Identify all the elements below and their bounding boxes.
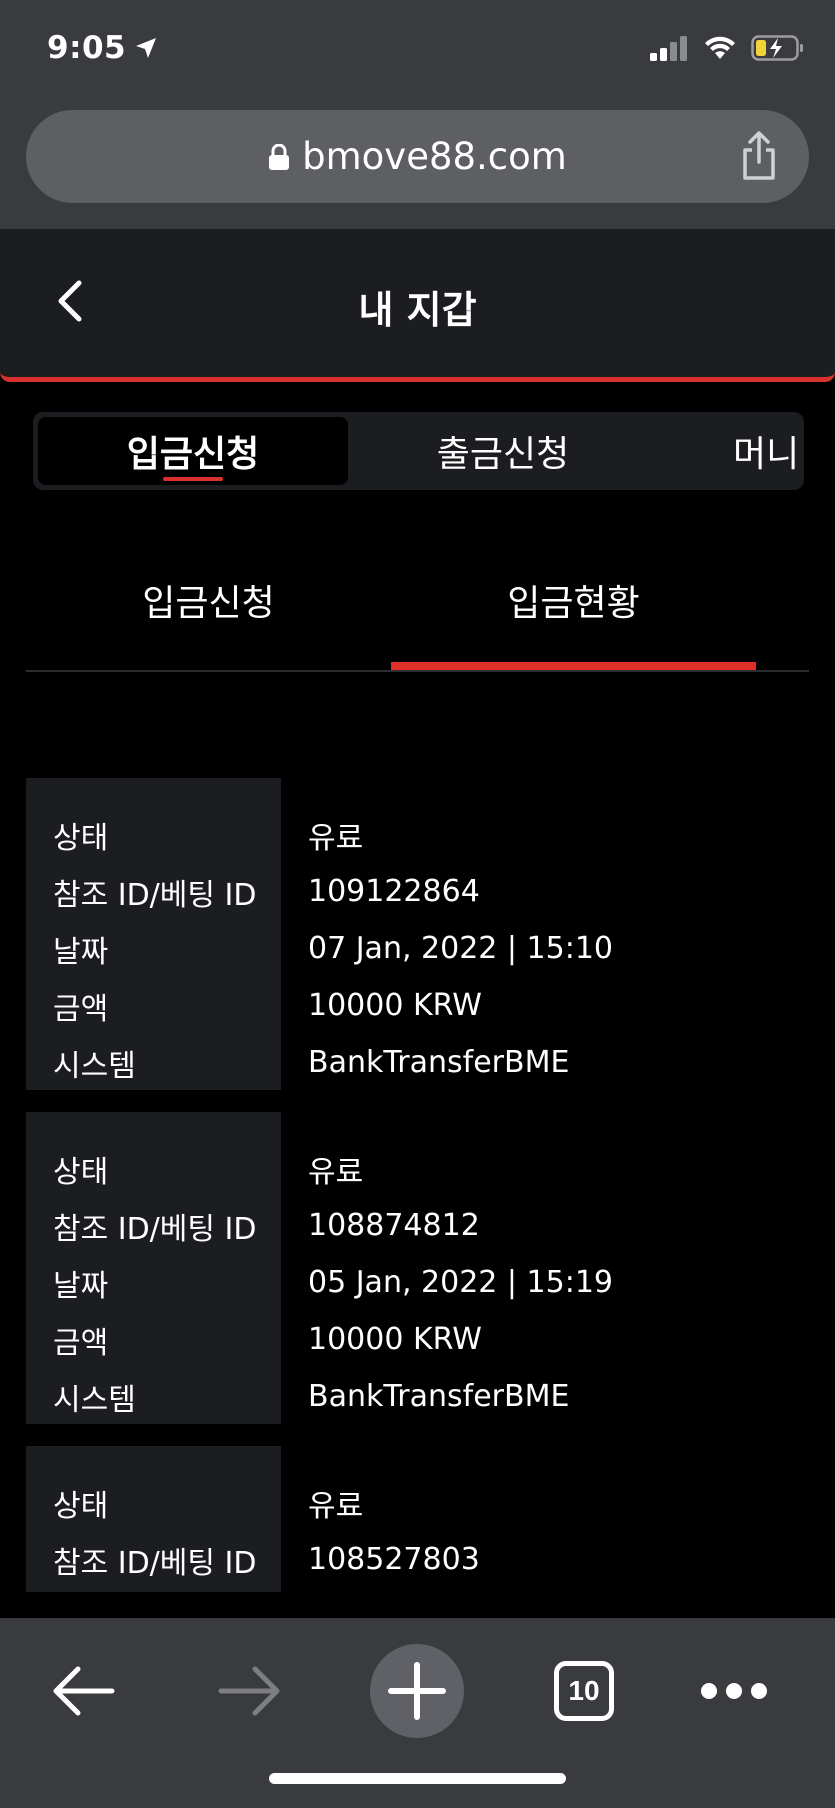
tab-label: 출금신청	[436, 434, 570, 475]
label-status: 상태	[53, 1154, 109, 1190]
location-arrow-icon	[136, 38, 157, 58]
value-ref-id: 109122864	[308, 874, 480, 909]
browser-back-button[interactable]	[33, 1646, 133, 1736]
plus-circle-icon	[370, 1644, 464, 1738]
more-menu-button[interactable]	[684, 1646, 784, 1736]
subtab-active-indicator	[391, 662, 756, 670]
label-status: 상태	[53, 820, 109, 856]
arrow-right-icon	[218, 1666, 280, 1716]
deposit-record: 상태 유료 참조 ID/베팅 ID 108527803	[26, 1446, 809, 1592]
tabs-count-icon: 10	[554, 1661, 614, 1721]
label-date: 날짜	[53, 1268, 109, 1304]
app-header: 내 지갑	[0, 229, 835, 382]
value-date: 07 Jan, 2022 | 15:10	[308, 931, 614, 966]
tabs-count: 10	[568, 1675, 600, 1706]
tab-active-indicator	[163, 477, 223, 481]
address-bar[interactable]: bmove88.com	[26, 110, 809, 203]
value-status: 유료	[308, 1154, 364, 1190]
home-indicator[interactable]	[269, 1773, 566, 1784]
tabs-button[interactable]: 10	[534, 1646, 634, 1736]
value-amount: 10000 KRW	[308, 1322, 482, 1357]
cellular-signal-icon	[650, 36, 687, 61]
deposit-record: 상태 유료 참조 ID/베팅 ID 109122864 날짜 07 Jan, 2…	[26, 778, 809, 1090]
battery-charging-icon	[751, 35, 803, 61]
wallet-tabs: 입금신청 출금신청 머니	[33, 412, 804, 490]
label-amount: 금액	[53, 1325, 109, 1361]
arrow-left-icon	[53, 1666, 115, 1716]
value-amount: 10000 KRW	[308, 988, 482, 1023]
page-title: 내 지갑	[358, 288, 477, 332]
subtab-deposit-request[interactable]: 입금신청	[26, 560, 391, 640]
url-text: bmove88.com	[302, 135, 567, 178]
status-indicators	[649, 34, 805, 62]
value-date: 05 Jan, 2022 | 15:19	[308, 1265, 614, 1300]
label-ref-id: 참조 ID/베팅 ID	[53, 877, 257, 913]
value-ref-id: 108527803	[308, 1542, 480, 1577]
deposit-sub-tabs: 입금신청 입금현황	[26, 560, 809, 672]
new-tab-button[interactable]	[367, 1644, 467, 1738]
label-amount: 금액	[53, 991, 109, 1027]
wifi-icon	[705, 36, 735, 59]
status-time: 9:05	[47, 30, 158, 66]
deposit-record: 상태 유료 참조 ID/베팅 ID 108874812 날짜 05 Jan, 2…	[26, 1112, 809, 1424]
browser-forward-button[interactable]	[200, 1646, 300, 1736]
value-system: BankTransferBME	[308, 1045, 570, 1080]
tab-money[interactable]: 머니	[733, 417, 804, 485]
label-date: 날짜	[53, 934, 109, 970]
value-status: 유료	[308, 820, 364, 856]
tab-deposit-request[interactable]: 입금신청	[38, 417, 348, 485]
value-system: BankTransferBME	[308, 1379, 570, 1414]
share-icon[interactable]	[739, 130, 779, 182]
value-status: 유료	[308, 1488, 364, 1524]
browser-top-bar: 9:05 bmove88.com	[0, 0, 835, 229]
lock-icon	[269, 143, 290, 170]
subtab-deposit-status[interactable]: 입금현황	[391, 560, 756, 640]
tab-label: 머니	[733, 434, 800, 475]
more-dots-icon	[701, 1683, 767, 1699]
label-system: 시스템	[53, 1382, 136, 1418]
tab-withdraw-request[interactable]: 출금신청	[348, 417, 658, 485]
tab-label: 입금신청	[126, 434, 260, 475]
clock: 9:05	[47, 30, 127, 66]
label-system: 시스템	[53, 1048, 136, 1084]
label-ref-id: 참조 ID/베팅 ID	[53, 1545, 257, 1581]
value-ref-id: 108874812	[308, 1208, 480, 1243]
label-ref-id: 참조 ID/베팅 ID	[53, 1211, 257, 1247]
label-status: 상태	[53, 1488, 109, 1524]
